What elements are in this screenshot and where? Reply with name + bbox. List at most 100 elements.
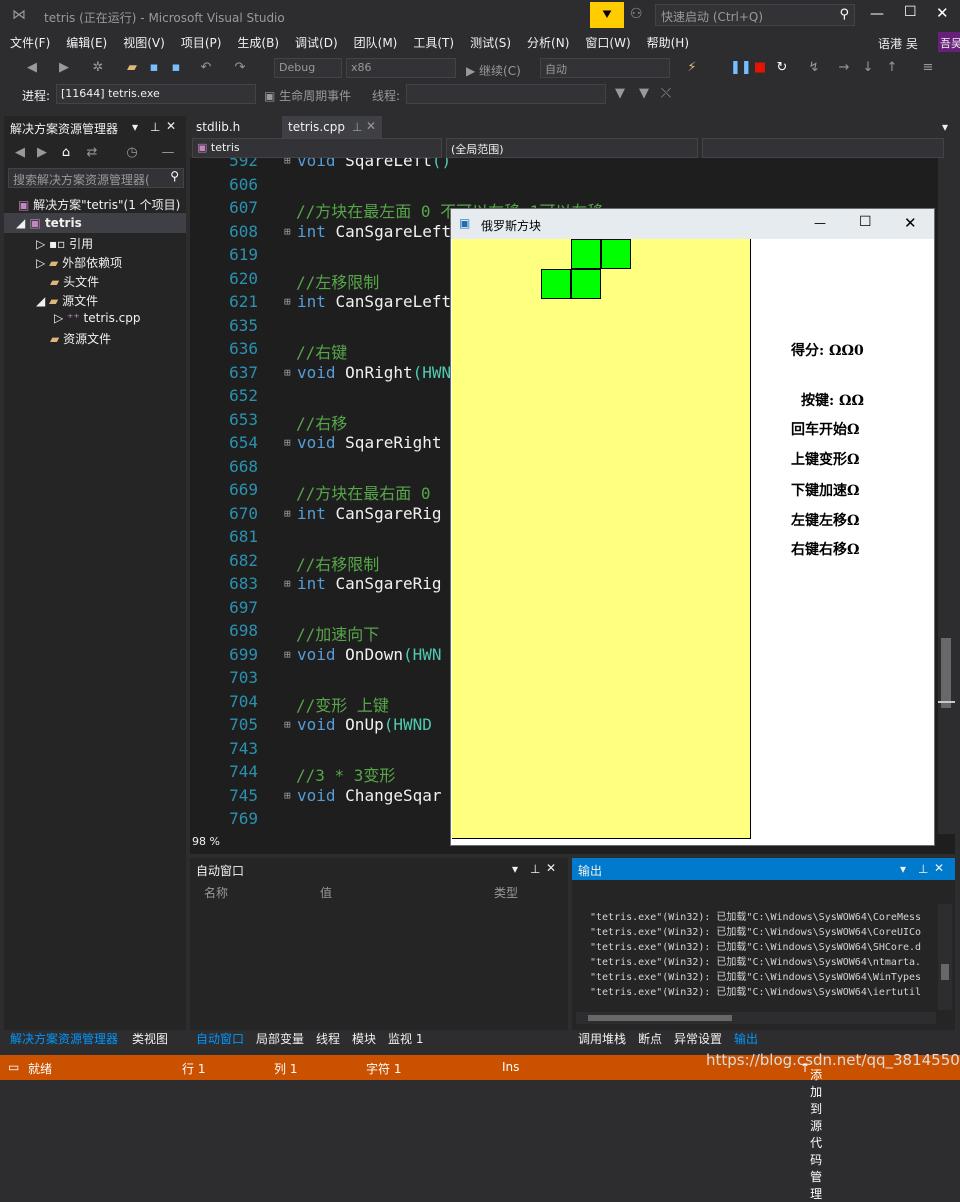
- tab-class-view[interactable]: 类视图: [132, 1030, 168, 1047]
- tree-solution[interactable]: ▣ 解决方案"tetris"(1 个项目): [18, 196, 180, 213]
- platform-select[interactable]: x86: [346, 58, 456, 78]
- save-all-icon[interactable]: ▪: [168, 60, 184, 76]
- sync-icon[interactable]: ⇄: [84, 145, 100, 161]
- menu-debug[interactable]: 调试(D): [295, 34, 338, 51]
- menu-analyze[interactable]: 分析(N): [527, 34, 569, 51]
- tree-tetris-cpp[interactable]: ▷ ⁺⁺ tetris.cpp: [54, 311, 141, 325]
- output-horizontal-scrollbar[interactable]: [576, 1012, 936, 1024]
- open-icon[interactable]: ▰: [124, 60, 140, 76]
- output-vertical-scrollbar[interactable]: [938, 904, 952, 1010]
- menu-project[interactable]: 项目(P): [181, 34, 222, 51]
- fold-icon[interactable]: ⊞: [284, 507, 291, 520]
- back-icon[interactable]: ◀: [24, 60, 40, 76]
- pin-icon[interactable]: ⊥: [150, 120, 160, 134]
- close-panel-icon[interactable]: ✕: [546, 861, 556, 875]
- pin-icon[interactable]: ⊥: [918, 862, 928, 876]
- tab-breakpoints[interactable]: 断点: [638, 1030, 662, 1047]
- tab-exception-settings[interactable]: 异常设置: [674, 1030, 722, 1047]
- source-control-button[interactable]: ↑ 添加到源代码管理: [800, 1061, 822, 1201]
- step-into-icon[interactable]: ↓: [860, 60, 876, 76]
- step-over-icon[interactable]: →: [836, 60, 852, 76]
- fold-icon[interactable]: ⊞: [284, 436, 291, 449]
- lifecycle-button[interactable]: ▣ 生命周期事件: [264, 87, 351, 104]
- menu-window[interactable]: 窗口(W): [585, 34, 630, 51]
- notification-icon[interactable]: ⯆: [590, 2, 624, 28]
- hot-reload-icon[interactable]: ⚡: [684, 60, 700, 76]
- filter2-icon[interactable]: ▼: [636, 86, 652, 102]
- more-icon[interactable]: —: [160, 145, 176, 161]
- menu-file[interactable]: 文件(F): [10, 34, 50, 51]
- fold-icon[interactable]: ⊞: [284, 718, 291, 731]
- fold-icon[interactable]: ⊞: [284, 366, 291, 379]
- history-icon[interactable]: ◷: [124, 145, 140, 161]
- pause-icon[interactable]: ❚❚: [730, 60, 752, 76]
- save-icon[interactable]: ▪: [146, 60, 162, 76]
- fold-icon[interactable]: ⊞: [284, 158, 291, 167]
- tab-call-stack[interactable]: 调用堆栈: [578, 1030, 626, 1047]
- process-select[interactable]: [11644] tetris.exe: [56, 84, 256, 104]
- step-icon[interactable]: ↯: [806, 60, 822, 76]
- col-value[interactable]: 值: [320, 884, 332, 901]
- dropdown-icon[interactable]: ▾: [132, 120, 138, 134]
- minimize-button[interactable]: —: [870, 6, 884, 22]
- hscroll-thumb[interactable]: [588, 1015, 732, 1021]
- fold-icon[interactable]: ⊞: [284, 225, 291, 238]
- collapse-icon[interactable]: ⤬: [658, 86, 674, 102]
- col-name[interactable]: 名称: [204, 884, 228, 901]
- forward-icon[interactable]: ▶: [34, 145, 50, 161]
- tab-autos[interactable]: 自动窗口: [196, 1030, 244, 1047]
- feedback-icon[interactable]: ⚇: [630, 6, 643, 22]
- tetris-maximize-button[interactable]: ☐: [859, 214, 872, 230]
- tab-output[interactable]: 输出: [734, 1030, 758, 1047]
- tab-overflow-icon[interactable]: ▾: [942, 120, 948, 134]
- tab-modules[interactable]: 模块: [352, 1030, 376, 1047]
- tab-watch1[interactable]: 监视 1: [388, 1030, 423, 1047]
- close-panel-icon[interactable]: ✕: [934, 861, 944, 875]
- tab-threads[interactable]: 线程: [316, 1030, 340, 1047]
- fold-icon[interactable]: ⊞: [284, 789, 291, 802]
- editor-vertical-scrollbar[interactable]: [938, 158, 955, 834]
- member-select[interactable]: [702, 138, 944, 158]
- tetris-minimize-button[interactable]: —: [814, 216, 826, 230]
- tree-resources[interactable]: ▰ 资源文件: [50, 330, 111, 347]
- tree-sources[interactable]: ◢ ▰ 源文件: [36, 292, 98, 309]
- tree-project[interactable]: ◢ ▣ tetris: [16, 216, 82, 230]
- user-avatar[interactable]: 吾吴: [938, 32, 960, 52]
- dropdown-icon[interactable]: ▾: [512, 862, 518, 876]
- thread-select[interactable]: [406, 84, 606, 104]
- continue-button[interactable]: ▶ 继续(C): [466, 62, 521, 79]
- home-icon[interactable]: ⌂: [58, 145, 74, 161]
- forward-icon[interactable]: ▶: [56, 60, 72, 76]
- menu-test[interactable]: 测试(S): [470, 34, 511, 51]
- menu-view[interactable]: 视图(V): [123, 34, 165, 51]
- back-icon[interactable]: ◀: [12, 145, 28, 161]
- col-type[interactable]: 类型: [494, 884, 518, 901]
- tab-tetris-cpp[interactable]: tetris.cpp ⊥ ✕: [282, 116, 382, 138]
- undo-icon[interactable]: ↶: [198, 60, 214, 76]
- fold-icon[interactable]: ⊞: [284, 295, 291, 308]
- pin-icon[interactable]: ⊥: [352, 120, 362, 134]
- tab-locals[interactable]: 局部变量: [256, 1030, 304, 1047]
- close-panel-icon[interactable]: ✕: [166, 119, 176, 133]
- auto-select[interactable]: 自动: [540, 58, 670, 78]
- redo-icon[interactable]: ↷: [232, 60, 248, 76]
- tree-references[interactable]: ▷ ▪▫ 引用: [36, 235, 93, 252]
- close-tab-icon[interactable]: ✕: [366, 119, 376, 133]
- tab-stdlib-h[interactable]: stdlib.h: [190, 116, 246, 138]
- pin-icon[interactable]: ⊥: [530, 862, 540, 876]
- maximize-button[interactable]: ☐: [904, 4, 917, 20]
- quick-launch-input[interactable]: 快速启动 (Ctrl+Q) ⚲: [655, 4, 855, 26]
- tree-headers[interactable]: ▰ 头文件: [50, 273, 99, 290]
- new-project-icon[interactable]: ✲: [90, 60, 106, 76]
- close-button[interactable]: ✕: [936, 4, 949, 22]
- menu-help[interactable]: 帮助(H): [647, 34, 689, 51]
- more-icon[interactable]: ≡: [920, 60, 936, 76]
- user-name[interactable]: 语港 吴: [878, 35, 918, 52]
- step-out-icon[interactable]: ↑: [884, 60, 900, 76]
- restart-icon[interactable]: ↻: [774, 60, 790, 76]
- zoom-level[interactable]: 98 %: [192, 835, 220, 848]
- fold-icon[interactable]: ⊞: [284, 577, 291, 590]
- vscroll-thumb[interactable]: [941, 964, 949, 980]
- global-scope-select[interactable]: (全局范围): [446, 138, 698, 158]
- stop-icon[interactable]: ■: [752, 60, 768, 76]
